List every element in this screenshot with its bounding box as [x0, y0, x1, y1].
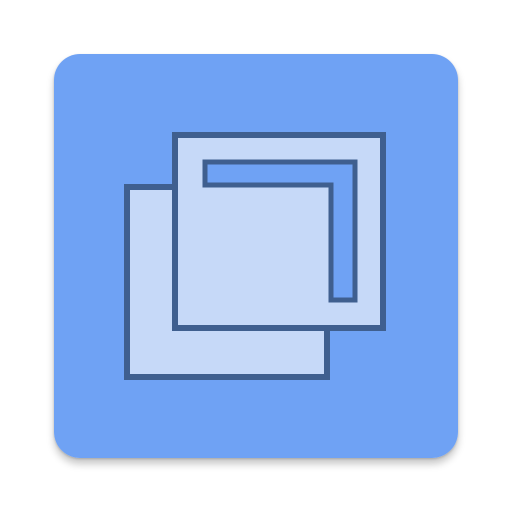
overlapping-windows-icon [54, 54, 458, 458]
app-icon[interactable] [54, 54, 458, 458]
screen [0, 0, 512, 512]
